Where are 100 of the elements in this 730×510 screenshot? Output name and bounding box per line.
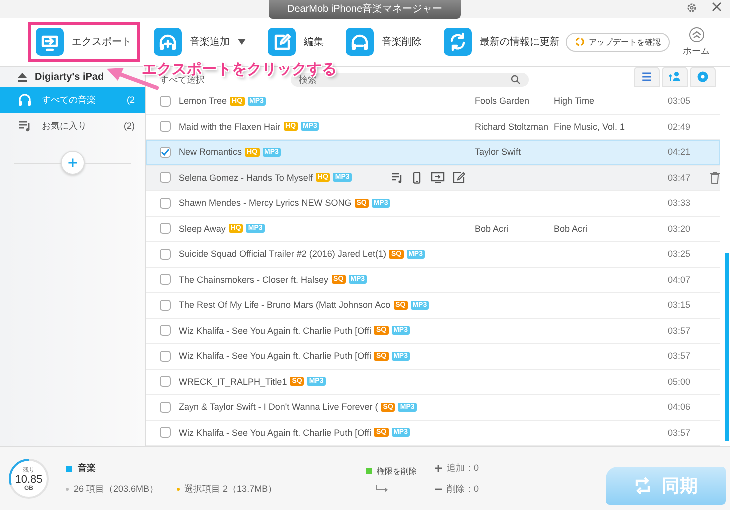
song-title: Lemon Tree [179,96,228,106]
person-view-tab[interactable] [662,67,688,87]
duration-cell-text: 03:57 [668,326,692,336]
checkbox[interactable] [160,402,171,413]
checkbox[interactable] [160,350,171,362]
duration-cell-text: 03:15 [668,300,692,310]
settings-icon[interactable] [686,2,698,14]
checkbox[interactable] [160,376,171,388]
add-button[interactable]: 音楽追加 [146,22,254,62]
song-title: Selena Gomez - Hands To Myself [179,172,313,183]
duration-cell-text: 02:49 [668,122,692,132]
sync-icon [634,477,652,495]
plus-icon [68,156,78,170]
checkbox[interactable] [160,96,171,107]
legend-square [66,466,72,472]
annotation-arrow [104,66,160,92]
selected-items: 選択項目 2（13.7MB） [184,483,278,496]
checkbox[interactable] [160,172,171,184]
album-cell-text: High Time [554,96,596,106]
refresh-button[interactable]: 最新の情報に更新 [436,22,568,62]
checkbox[interactable] [160,274,171,286]
add-playlist-button[interactable] [60,151,84,175]
list-icon [640,70,654,84]
duration-cell-text: 03:57 [668,351,692,362]
checkbox[interactable] [160,300,171,311]
song-title: The Chainsmokers - Closer ft. Halsey [179,274,329,285]
song-title: Suicide Squad Official Trailer #2 (2016) Jared Let(1) [179,249,386,260]
song-title: WRECK_IT_RALPH_Title1 [179,376,288,387]
add-tool-icon [154,28,182,56]
artist-cell-text: Bob Acri [475,224,510,234]
artist-cell-text: Taylor Swift [475,147,522,158]
legend-dot [66,488,69,491]
checkbox[interactable] [160,121,171,132]
checkbox[interactable] [160,248,171,260]
window-title: DearMob iPhone音楽マネージャー [269,0,461,19]
phone-icon[interactable] [411,172,423,184]
duration-cell-text: 03:20 [668,224,692,234]
home-icon [688,26,704,42]
song-title: The Rest Of My Life - Bruno Mars (Matt Johnson Aco [179,300,391,310]
duration-cell-text: 04:21 [668,147,692,158]
edit-button[interactable]: 編集 [260,22,332,62]
duration-cell-text: 05:00 [668,376,692,387]
deleted-count: 削除：0 [447,483,480,496]
refresh-icon [575,37,585,47]
scrollbar[interactable] [725,253,729,441]
close-icon[interactable] [712,2,722,12]
duration-cell-text: 03:57 [668,428,692,438]
album-cell-text: Fine Music, Vol. 1 [554,122,626,132]
delete-tool-icon [346,28,374,56]
song-title: Wiz Khalifa - See You Again ft. Charlie Puth [Offi [179,326,372,336]
trash-icon[interactable] [710,172,720,184]
refresh-tool-icon [444,28,472,56]
export-button[interactable]: エクスポート [28,22,140,62]
minus-icon [435,486,442,493]
song-title: Maid with the Flaxen Hair [179,122,281,132]
headphones-icon [18,93,32,107]
artist-cell-text: Richard Stoltzman [475,122,550,132]
checkbox[interactable] [160,146,171,158]
legend-dot [176,488,180,491]
added-count: 追加：0 [447,462,480,475]
duration-cell-text: 03:33 [668,198,692,208]
checkbox[interactable] [160,198,171,209]
duration-cell-text: 03:25 [668,249,692,260]
duration-cell-text: 03:05 [668,96,692,106]
disc-icon [696,70,710,84]
duration-cell-text: 04:06 [668,402,692,412]
duration-cell-text: 04:07 [668,274,692,285]
song-title: Shawn Mendes - Mercy Lyrics NEW SONG [179,198,352,208]
edit-tool-icon [268,28,296,56]
remove-rights-label: 権限を削除 [377,466,417,476]
delete-button[interactable]: 音楽削除 [338,22,430,62]
export-icon[interactable] [431,172,445,184]
sidebar-item[interactable]: お気に入り (2) [0,113,145,139]
checkbox[interactable] [160,325,171,336]
home-button[interactable]: ホーム [677,26,716,58]
duration-cell-text: 03:47 [668,172,692,183]
storage-meter [8,458,50,500]
playlist-icon [18,119,32,133]
list-view-tab[interactable] [634,67,660,87]
branch-arrow-icon [376,484,390,492]
checkbox[interactable] [160,427,171,438]
person-icon [668,70,682,84]
plus-icon [435,465,442,472]
edit-icon[interactable] [453,172,465,184]
legend-square [366,468,372,474]
song-title: Zayn & Taylor Swift - I Don't Wanna Live Forever ( [179,402,378,412]
category-label: 音楽 [78,462,96,475]
update-button[interactable]: アップデートを確認 [566,32,670,52]
song-title: Wiz Khalifa - See You Again ft. Charlie Puth [Offi [179,351,372,362]
artist-cell-text: Fools Garden [475,96,531,106]
eject-icon[interactable] [18,72,27,82]
song-title: Wiz Khalifa - See You Again ft. Charlie Puth [Offi [179,428,372,438]
song-title: New Romantics [179,147,242,158]
disc-view-tab[interactable] [690,67,716,87]
search-icon [511,75,521,85]
caret-icon [238,39,246,45]
checkbox[interactable] [160,223,171,234]
device-name: Digiarty's iPad [35,72,104,82]
playlist-add-icon[interactable] [391,172,403,184]
song-title: Sleep Away [179,224,226,234]
